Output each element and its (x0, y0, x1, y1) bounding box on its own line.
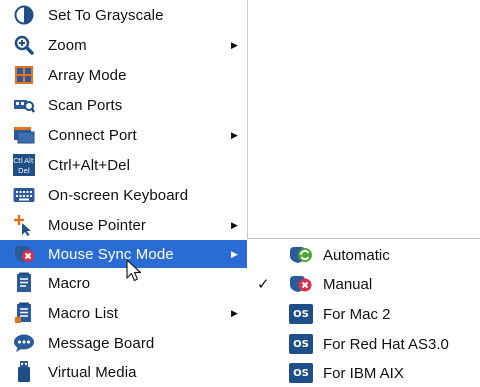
menu-item-mouse-sync-mode[interactable]: Mouse Sync Mode ▶ (0, 240, 247, 268)
menu-item-label: Virtual Media (48, 363, 137, 381)
menu-item-mouse-pointer[interactable]: Mouse Pointer ▶ (0, 211, 247, 239)
submenu-item-manual[interactable]: ✓ Manual (247, 270, 480, 298)
submenu-item-label: Manual (323, 275, 373, 293)
submenu-arrow-icon: ▶ (231, 307, 238, 318)
menu-item-label: Array Mode (48, 66, 127, 84)
submenu-arrow-icon: ▶ (231, 248, 238, 259)
automatic-sync-icon (288, 244, 314, 266)
submenu-item-label: For IBM AIX (323, 364, 404, 382)
menu-item-label: Message Board (48, 334, 155, 352)
menu-item-label: Ctrl+Alt+Del (48, 156, 131, 174)
menu-item-label: Mouse Pointer (48, 216, 147, 234)
menu-item-label: Connect Port (48, 126, 137, 144)
menu-item-label: Mouse Sync Mode (48, 245, 174, 263)
os-badge: OS (289, 363, 313, 383)
menu-item-macro-list[interactable]: Macro List ▶ (0, 299, 247, 327)
menu-item-message-board[interactable]: Message Board (0, 329, 247, 357)
menu-item-label: Set To Grayscale (48, 6, 164, 24)
menu-item-label: Zoom (48, 36, 87, 54)
macro-list-icon (13, 302, 35, 324)
message-board-icon (13, 332, 35, 354)
scan-ports-icon (13, 94, 35, 116)
submenu-item-label: For Mac 2 (323, 305, 391, 323)
menu-item-label: On-screen Keyboard (48, 186, 189, 204)
menu-item-label: Macro (48, 274, 91, 292)
menu-item-connect-port[interactable]: Connect Port ▶ (0, 121, 247, 149)
submenu-arrow-icon: ▶ (231, 129, 238, 140)
grayscale-icon (13, 4, 35, 26)
os-icon: OS (288, 362, 314, 384)
submenu-item-for-mac-2[interactable]: OS For Mac 2 (247, 300, 480, 328)
checkmark-icon: ✓ (257, 276, 270, 293)
submenu-arrow-icon: ▶ (231, 39, 238, 50)
del-key-text: Del (18, 167, 30, 175)
menu-item-virtual-media[interactable]: Virtual Media (0, 358, 247, 386)
os-badge: OS (289, 334, 313, 354)
mouse-sync-icon (13, 243, 35, 265)
context-menu: Set To Grayscale Zoom ▶ Array Mode Scan … (0, 0, 248, 383)
macro-icon (13, 272, 35, 294)
menu-item-ctrl-alt-del[interactable]: Ctl Alt Del Ctrl+Alt+Del (0, 151, 247, 179)
array-mode-icon (13, 64, 35, 86)
menu-item-label: Scan Ports (48, 96, 123, 114)
connect-port-icon (13, 124, 35, 146)
os-icon: OS (288, 303, 314, 325)
menu-item-label: Macro List (48, 304, 119, 322)
submenu-item-label: Automatic (323, 246, 390, 264)
submenu-item-label: For Red Hat AS3.0 (323, 335, 449, 353)
os-icon: OS (288, 333, 314, 355)
virtual-media-icon (13, 361, 35, 383)
manual-sync-icon (288, 273, 314, 295)
submenu-arrow-icon: ▶ (231, 219, 238, 230)
submenu-item-for-red-hat[interactable]: OS For Red Hat AS3.0 (247, 330, 480, 358)
menu-item-scan-ports[interactable]: Scan Ports (0, 91, 247, 119)
menu-item-macro[interactable]: Macro (0, 269, 247, 297)
menu-item-on-screen-keyboard[interactable]: On-screen Keyboard (0, 181, 247, 209)
zoom-icon (13, 34, 35, 56)
mouse-pointer-icon (13, 214, 35, 236)
ctrl-alt-del-icon: Ctl Alt Del (13, 154, 35, 176)
mouse-cursor-icon (126, 259, 142, 288)
menu-item-zoom[interactable]: Zoom ▶ (0, 31, 247, 59)
menu-item-array-mode[interactable]: Array Mode (0, 61, 247, 89)
alt-key-text: Alt (24, 157, 34, 165)
mouse-sync-submenu: Automatic ✓ Manual OS For Mac 2 OS For R… (247, 238, 480, 384)
ctrl-key-text: Ctl (13, 157, 23, 165)
keyboard-icon (13, 184, 35, 206)
submenu-item-automatic[interactable]: Automatic (247, 241, 480, 269)
os-badge: OS (289, 304, 313, 324)
menu-item-set-to-grayscale[interactable]: Set To Grayscale (0, 1, 247, 29)
